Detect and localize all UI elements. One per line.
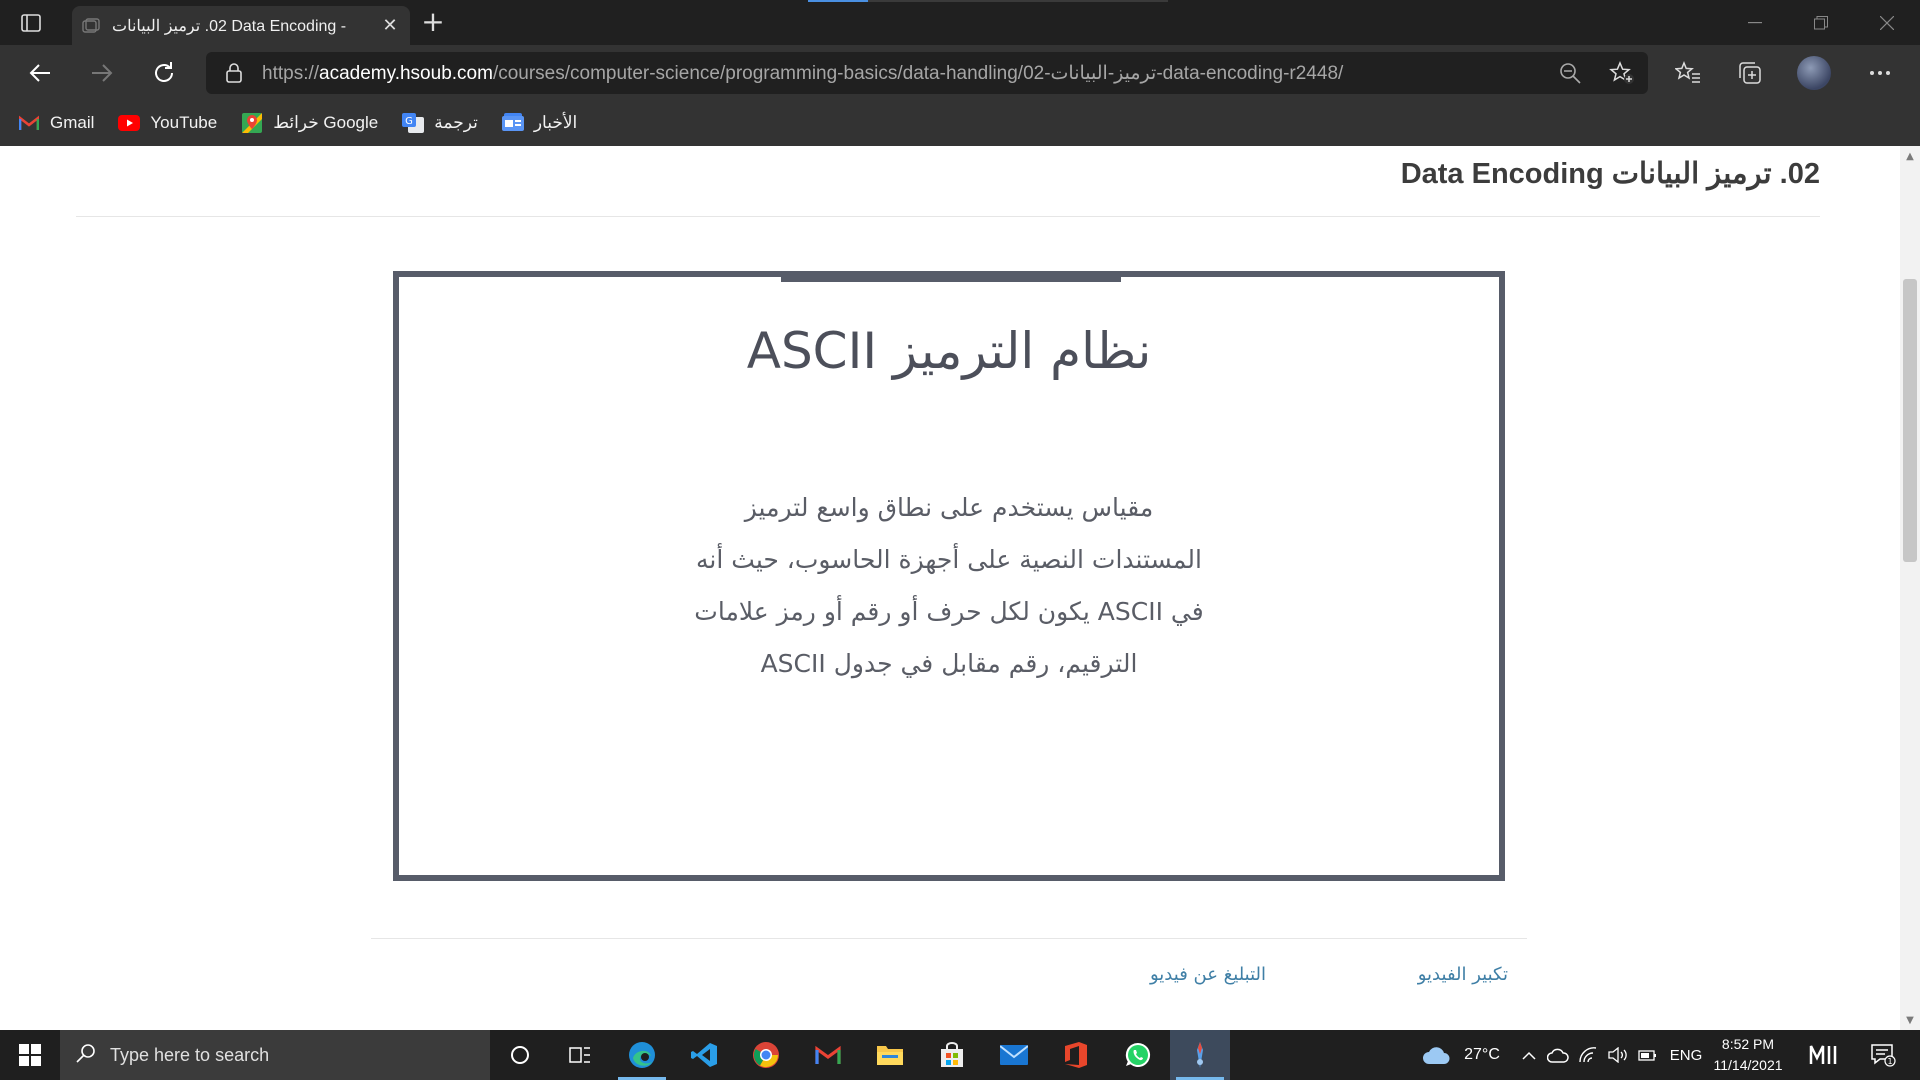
task-view-icon[interactable] — [550, 1030, 610, 1080]
edge-browser-icon[interactable] — [612, 1030, 672, 1080]
browser-toolbar: https://academy.hsoub.com/courses/comput… — [0, 45, 1920, 100]
scroll-thumb[interactable] — [1903, 279, 1917, 562]
search-placeholder: Type here to search — [110, 1044, 270, 1065]
tab-title: ‏02. ترميز البيانات Data Encoding - — [112, 17, 347, 35]
show-hidden-icons-icon[interactable] — [1514, 1030, 1544, 1080]
office-icon[interactable] — [1046, 1030, 1106, 1080]
slide-line: في ASCII يكون لكل حرف أو رقم أو رمز علام… — [694, 597, 1204, 626]
bookmark-label: Gmail — [50, 113, 95, 132]
wifi-icon[interactable] — [1574, 1030, 1602, 1080]
running-app-icon[interactable] — [1170, 1030, 1230, 1080]
google-news-icon — [501, 112, 524, 134]
profile-avatar[interactable] — [1794, 53, 1834, 93]
page-title: ‏02. ترميز البيانات Data Encoding — [1400, 158, 1820, 190]
restore-icon[interactable] — [1788, 0, 1854, 45]
weather-icon[interactable] — [1418, 1030, 1454, 1080]
loading-indicator — [808, 0, 1168, 2]
bookmark-label: خرائط Google — [273, 113, 379, 132]
page-favicon-icon — [82, 17, 100, 35]
meet-now-icon[interactable] — [1798, 1030, 1848, 1080]
add-favorite-icon[interactable] — [1596, 52, 1648, 94]
minimize-icon[interactable] — [1722, 0, 1788, 45]
taskbar-search-box[interactable]: Type here to search — [60, 1030, 490, 1080]
mail-icon[interactable] — [984, 1030, 1044, 1080]
favorites-icon[interactable] — [1668, 53, 1708, 93]
whatsapp-icon[interactable] — [1108, 1030, 1168, 1080]
address-bar[interactable]: https://academy.hsoub.com/courses/comput… — [206, 52, 1648, 94]
video-slide-heading: نظام الترميز ASCII — [746, 322, 1152, 380]
cortana-icon[interactable] — [490, 1030, 550, 1080]
bookmark-news[interactable]: الأخبار — [501, 112, 578, 134]
windows-start-icon[interactable] — [0, 1030, 60, 1080]
volume-icon[interactable] — [1604, 1030, 1632, 1080]
notification-center-icon[interactable]: 1 — [1858, 1030, 1908, 1080]
slide-line: مقياس يستخدم على نطاق واسع لترميز — [744, 493, 1154, 522]
bookmark-youtube[interactable]: YouTube — [118, 112, 217, 134]
store-icon[interactable] — [922, 1030, 982, 1080]
close-window-icon[interactable] — [1854, 0, 1920, 45]
back-arrow-icon[interactable] — [22, 55, 58, 91]
report-video-link[interactable]: التبليغ عن فيديو — [1150, 964, 1266, 985]
tab-actions-icon[interactable] — [18, 10, 44, 36]
scroll-up-icon[interactable]: ▲ — [1900, 148, 1920, 164]
youtube-icon — [118, 112, 141, 134]
clock-date: 11/14/2021 — [1713, 1057, 1783, 1073]
browser-tab-bar: ‏02. ترميز البيانات Data Encoding - ✕ + — [0, 0, 1920, 45]
clock-time: 8:52 PM — [1721, 1036, 1775, 1052]
chrome-icon[interactable] — [736, 1030, 796, 1080]
close-tab-icon[interactable]: ✕ — [380, 15, 400, 36]
url-host: academy.hsoub.com — [319, 62, 493, 84]
gmail-app-icon[interactable] — [798, 1030, 858, 1080]
divider — [76, 216, 1820, 217]
collections-icon[interactable] — [1730, 53, 1770, 93]
google-maps-icon — [241, 112, 263, 134]
forward-arrow-icon[interactable] — [84, 55, 120, 91]
url-scheme: https:// — [262, 62, 320, 84]
active-tab[interactable]: ‏02. ترميز البيانات Data Encoding - ✕ — [72, 6, 410, 45]
refresh-icon[interactable] — [146, 55, 182, 91]
bookmark-label: YouTube — [150, 113, 218, 132]
svg-text:G: G — [405, 116, 413, 127]
zoom-out-icon[interactable] — [1544, 52, 1596, 94]
more-options-icon[interactable] — [1860, 53, 1900, 93]
page-scrollbar[interactable]: ▲ ▼ — [1900, 146, 1920, 1030]
bookmark-label: ترجمة — [434, 113, 478, 132]
vscode-icon[interactable] — [674, 1030, 734, 1080]
divider — [371, 938, 1527, 939]
scroll-down-icon[interactable]: ▼ — [1900, 1012, 1920, 1028]
new-tab-icon[interactable]: + — [418, 8, 448, 38]
video-player[interactable]: نظام الترميز ASCII مقياس يستخدم على نطاق… — [393, 271, 1505, 881]
video-slide-text: مقياس يستخدم على نطاق واسع لترميز المستن… — [599, 482, 1299, 690]
system-clock[interactable]: 8:52 PM 11/14/2021 — [1705, 1034, 1791, 1076]
bookmark-google-maps[interactable]: خرائط Google — [241, 112, 378, 134]
notification-count: 1 — [1887, 1057, 1892, 1066]
url-path: /courses/computer-science/programming-ba… — [492, 62, 1344, 84]
page-content: ‏02. ترميز البيانات Data Encoding نظام ا… — [0, 146, 1900, 1030]
enlarge-video-link[interactable]: تكبير الفيديو — [1418, 964, 1508, 985]
bookmark-translate[interactable]: G ترجمة — [402, 112, 478, 134]
video-progress-bar — [781, 277, 1121, 282]
onedrive-icon[interactable] — [1544, 1030, 1572, 1080]
gmail-icon — [18, 112, 40, 134]
google-translate-icon: G — [402, 112, 425, 134]
lock-icon[interactable] — [206, 63, 262, 83]
file-explorer-icon[interactable] — [860, 1030, 920, 1080]
weather-temperature[interactable]: 27°C — [1456, 1030, 1508, 1080]
slide-line: المستندات النصية على أجهزة الحاسوب، حيث … — [696, 545, 1202, 574]
bookmark-gmail[interactable]: Gmail — [18, 112, 94, 134]
bookmark-label: الأخبار — [533, 113, 578, 132]
slide-line: الترقيم، رقم مقابل في جدول ASCII — [760, 649, 1138, 678]
search-icon — [76, 1043, 96, 1067]
windows-taskbar: Type here to search 27°C ENG 8:52 PM 11/… — [0, 1030, 1920, 1080]
bookmarks-bar: Gmail YouTube خرائط Google G ترجمة الأخب… — [0, 100, 1920, 146]
input-language[interactable]: ENG — [1666, 1030, 1706, 1080]
url-text[interactable]: https://academy.hsoub.com/courses/comput… — [262, 62, 1544, 85]
battery-icon[interactable] — [1634, 1030, 1662, 1080]
